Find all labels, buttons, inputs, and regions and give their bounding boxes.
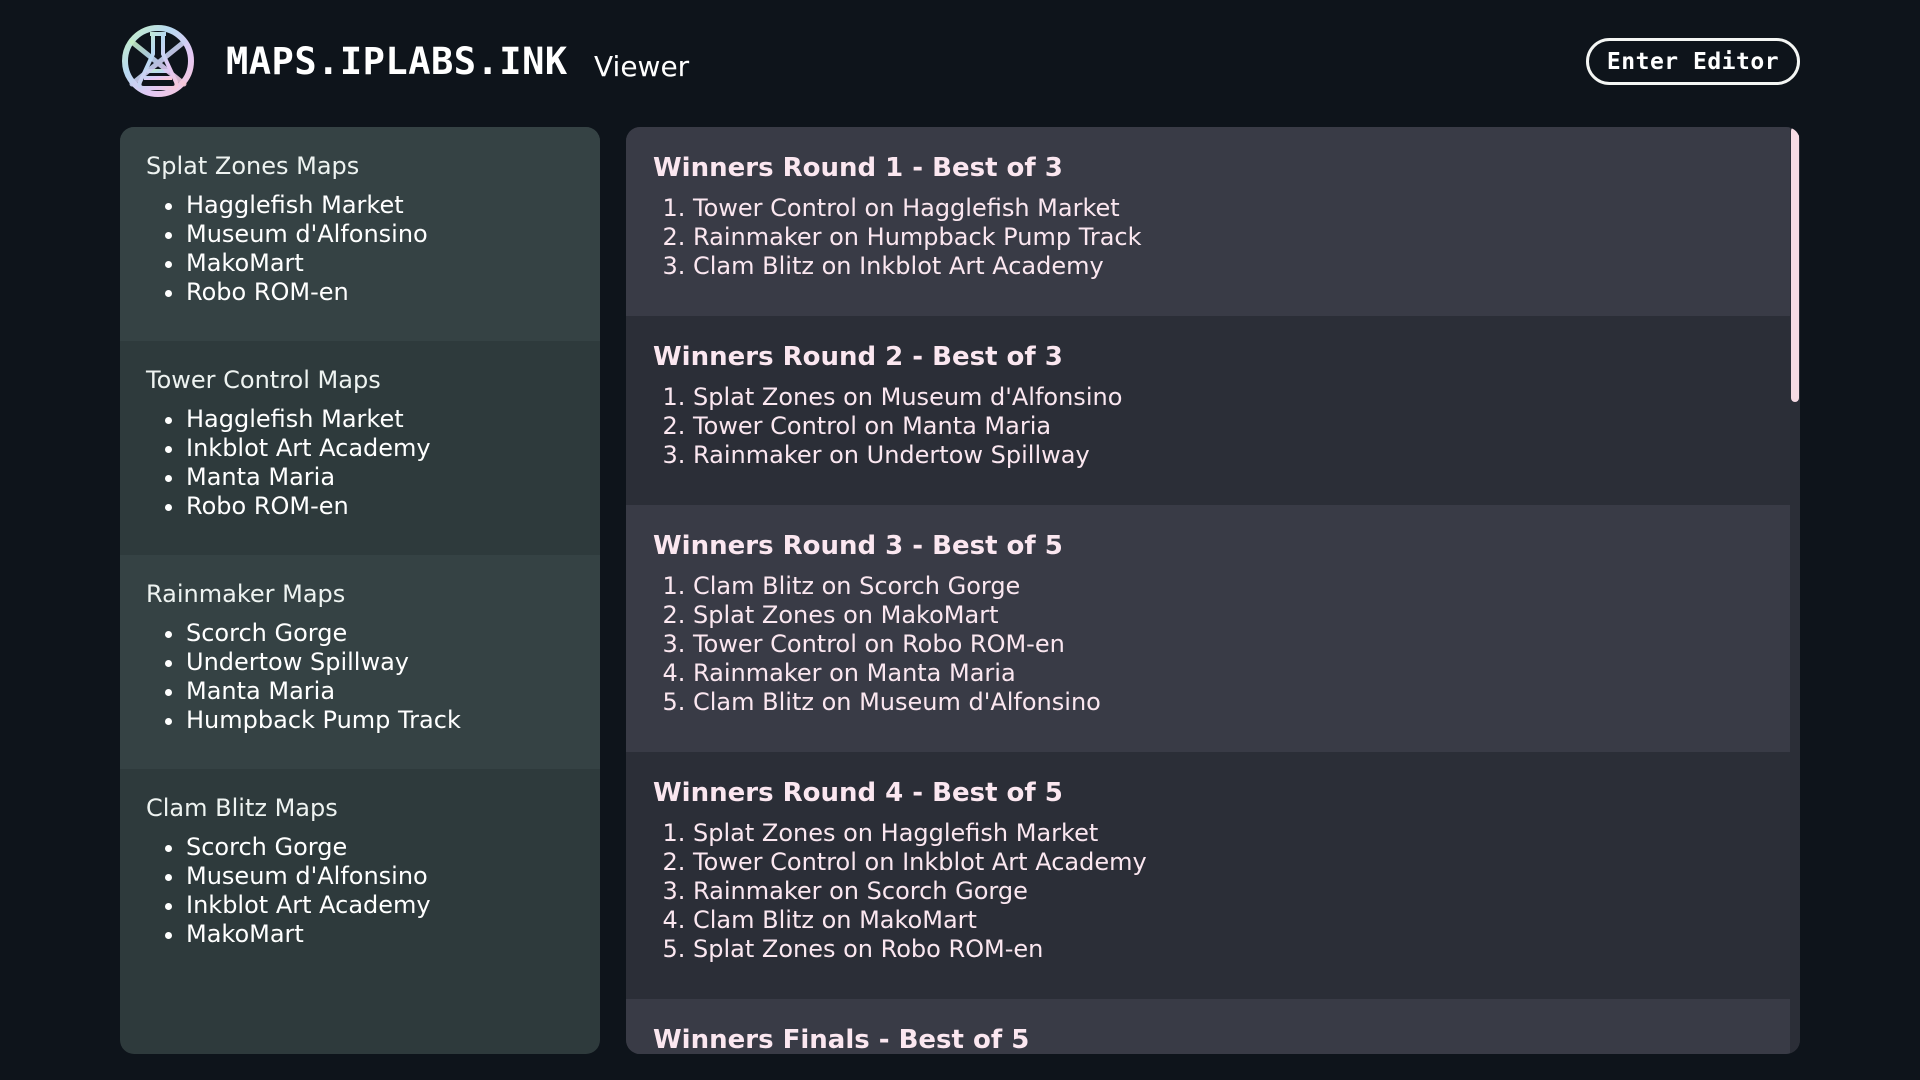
- game-item: Clam Blitz on Museum d'Alfonsino: [693, 688, 1790, 717]
- map-item: Scorch Gorge: [186, 833, 600, 862]
- enter-editor-button[interactable]: Enter Editor: [1586, 38, 1800, 85]
- rounds-panel[interactable]: Winners Round 1 - Best of 3 Tower Contro…: [626, 127, 1800, 1054]
- map-item: Museum d'Alfonsino: [186, 862, 600, 891]
- game-list: Clam Blitz on Scorch Gorge Splat Zones o…: [653, 572, 1790, 717]
- map-item: Inkblot Art Academy: [186, 891, 600, 920]
- round-title: Winners Finals - Best of 5: [653, 1025, 1030, 1054]
- round-card: Winners Finals - Best of 5: [626, 999, 1790, 1054]
- game-list: Splat Zones on Hagglefish Market Tower C…: [653, 819, 1790, 964]
- mode-label: Viewer: [594, 50, 690, 83]
- map-item: MakoMart: [186, 920, 600, 949]
- game-item: Clam Blitz on Scorch Gorge: [693, 572, 1790, 601]
- game-item: Splat Zones on Hagglefish Market: [693, 819, 1790, 848]
- rounds-list: Winners Round 1 - Best of 3 Tower Contro…: [626, 127, 1790, 1054]
- iplabs-flask-logo-icon[interactable]: [120, 22, 196, 100]
- game-item: Tower Control on Manta Maria: [693, 412, 1790, 441]
- game-list: Splat Zones on Museum d'Alfonsino Tower …: [653, 383, 1790, 470]
- map-item: Manta Maria: [186, 463, 600, 492]
- round-card: Winners Round 4 - Best of 5 Splat Zones …: [626, 752, 1790, 999]
- round-title: Winners Round 2 - Best of 3: [653, 342, 1063, 372]
- map-item: Robo ROM-en: [186, 492, 600, 521]
- game-item: Rainmaker on Scorch Gorge: [693, 877, 1790, 906]
- round-title: Winners Round 3 - Best of 5: [653, 531, 1063, 561]
- game-item: Rainmaker on Manta Maria: [693, 659, 1790, 688]
- mode-section-clam-blitz: Clam Blitz Maps Scorch Gorge Museum d'Al…: [120, 769, 600, 983]
- map-item: Hagglefish Market: [186, 191, 600, 220]
- map-pool-sidebar: Splat Zones Maps Hagglefish Market Museu…: [120, 127, 600, 1054]
- round-title: Winners Round 4 - Best of 5: [653, 778, 1063, 808]
- map-item: Undertow Spillway: [186, 648, 600, 677]
- round-card: Winners Round 1 - Best of 3 Tower Contro…: [626, 127, 1790, 316]
- game-item: Rainmaker on Humpback Pump Track: [693, 223, 1790, 252]
- map-item: Manta Maria: [186, 677, 600, 706]
- map-list: Scorch Gorge Museum d'Alfonsino Inkblot …: [146, 833, 600, 949]
- game-item: Tower Control on Inkblot Art Academy: [693, 848, 1790, 877]
- mode-heading: Rainmaker Maps: [146, 580, 346, 608]
- map-item: MakoMart: [186, 249, 600, 278]
- map-list: Hagglefish Market Museum d'Alfonsino Mak…: [146, 191, 600, 307]
- game-item: Tower Control on Hagglefish Market: [693, 194, 1790, 223]
- rounds-scrollbar[interactable]: [1790, 127, 1800, 1054]
- scrollbar-thumb[interactable]: [1791, 127, 1799, 402]
- site-title: MAPS.IPLABS.INK: [226, 40, 568, 83]
- map-item: Humpback Pump Track: [186, 706, 600, 735]
- mode-heading: Splat Zones Maps: [146, 152, 360, 180]
- game-item: Clam Blitz on MakoMart: [693, 906, 1790, 935]
- map-item: Robo ROM-en: [186, 278, 600, 307]
- game-item: Tower Control on Robo ROM-en: [693, 630, 1790, 659]
- game-list: Tower Control on Hagglefish Market Rainm…: [653, 194, 1790, 281]
- game-item: Splat Zones on Museum d'Alfonsino: [693, 383, 1790, 412]
- map-item: Inkblot Art Academy: [186, 434, 600, 463]
- mode-section-rainmaker: Rainmaker Maps Scorch Gorge Undertow Spi…: [120, 555, 600, 769]
- map-item: Museum d'Alfonsino: [186, 220, 600, 249]
- round-title: Winners Round 1 - Best of 3: [653, 153, 1063, 183]
- app-header: MAPS.IPLABS.INK Viewer Enter Editor: [120, 22, 1800, 102]
- round-card: Winners Round 2 - Best of 3 Splat Zones …: [626, 316, 1790, 505]
- map-item: Scorch Gorge: [186, 619, 600, 648]
- map-list: Hagglefish Market Inkblot Art Academy Ma…: [146, 405, 600, 521]
- game-item: Rainmaker on Undertow Spillway: [693, 441, 1790, 470]
- game-item: Clam Blitz on Inkblot Art Academy: [693, 252, 1790, 281]
- map-list: Scorch Gorge Undertow Spillway Manta Mar…: [146, 619, 600, 735]
- map-item: Hagglefish Market: [186, 405, 600, 434]
- game-item: Splat Zones on Robo ROM-en: [693, 935, 1790, 964]
- mode-heading: Clam Blitz Maps: [146, 794, 338, 822]
- round-card: Winners Round 3 - Best of 5 Clam Blitz o…: [626, 505, 1790, 752]
- mode-heading: Tower Control Maps: [146, 366, 381, 394]
- game-item: Splat Zones on MakoMart: [693, 601, 1790, 630]
- mode-section-tower-control: Tower Control Maps Hagglefish Market Ink…: [120, 341, 600, 555]
- mode-section-splat-zones: Splat Zones Maps Hagglefish Market Museu…: [120, 127, 600, 341]
